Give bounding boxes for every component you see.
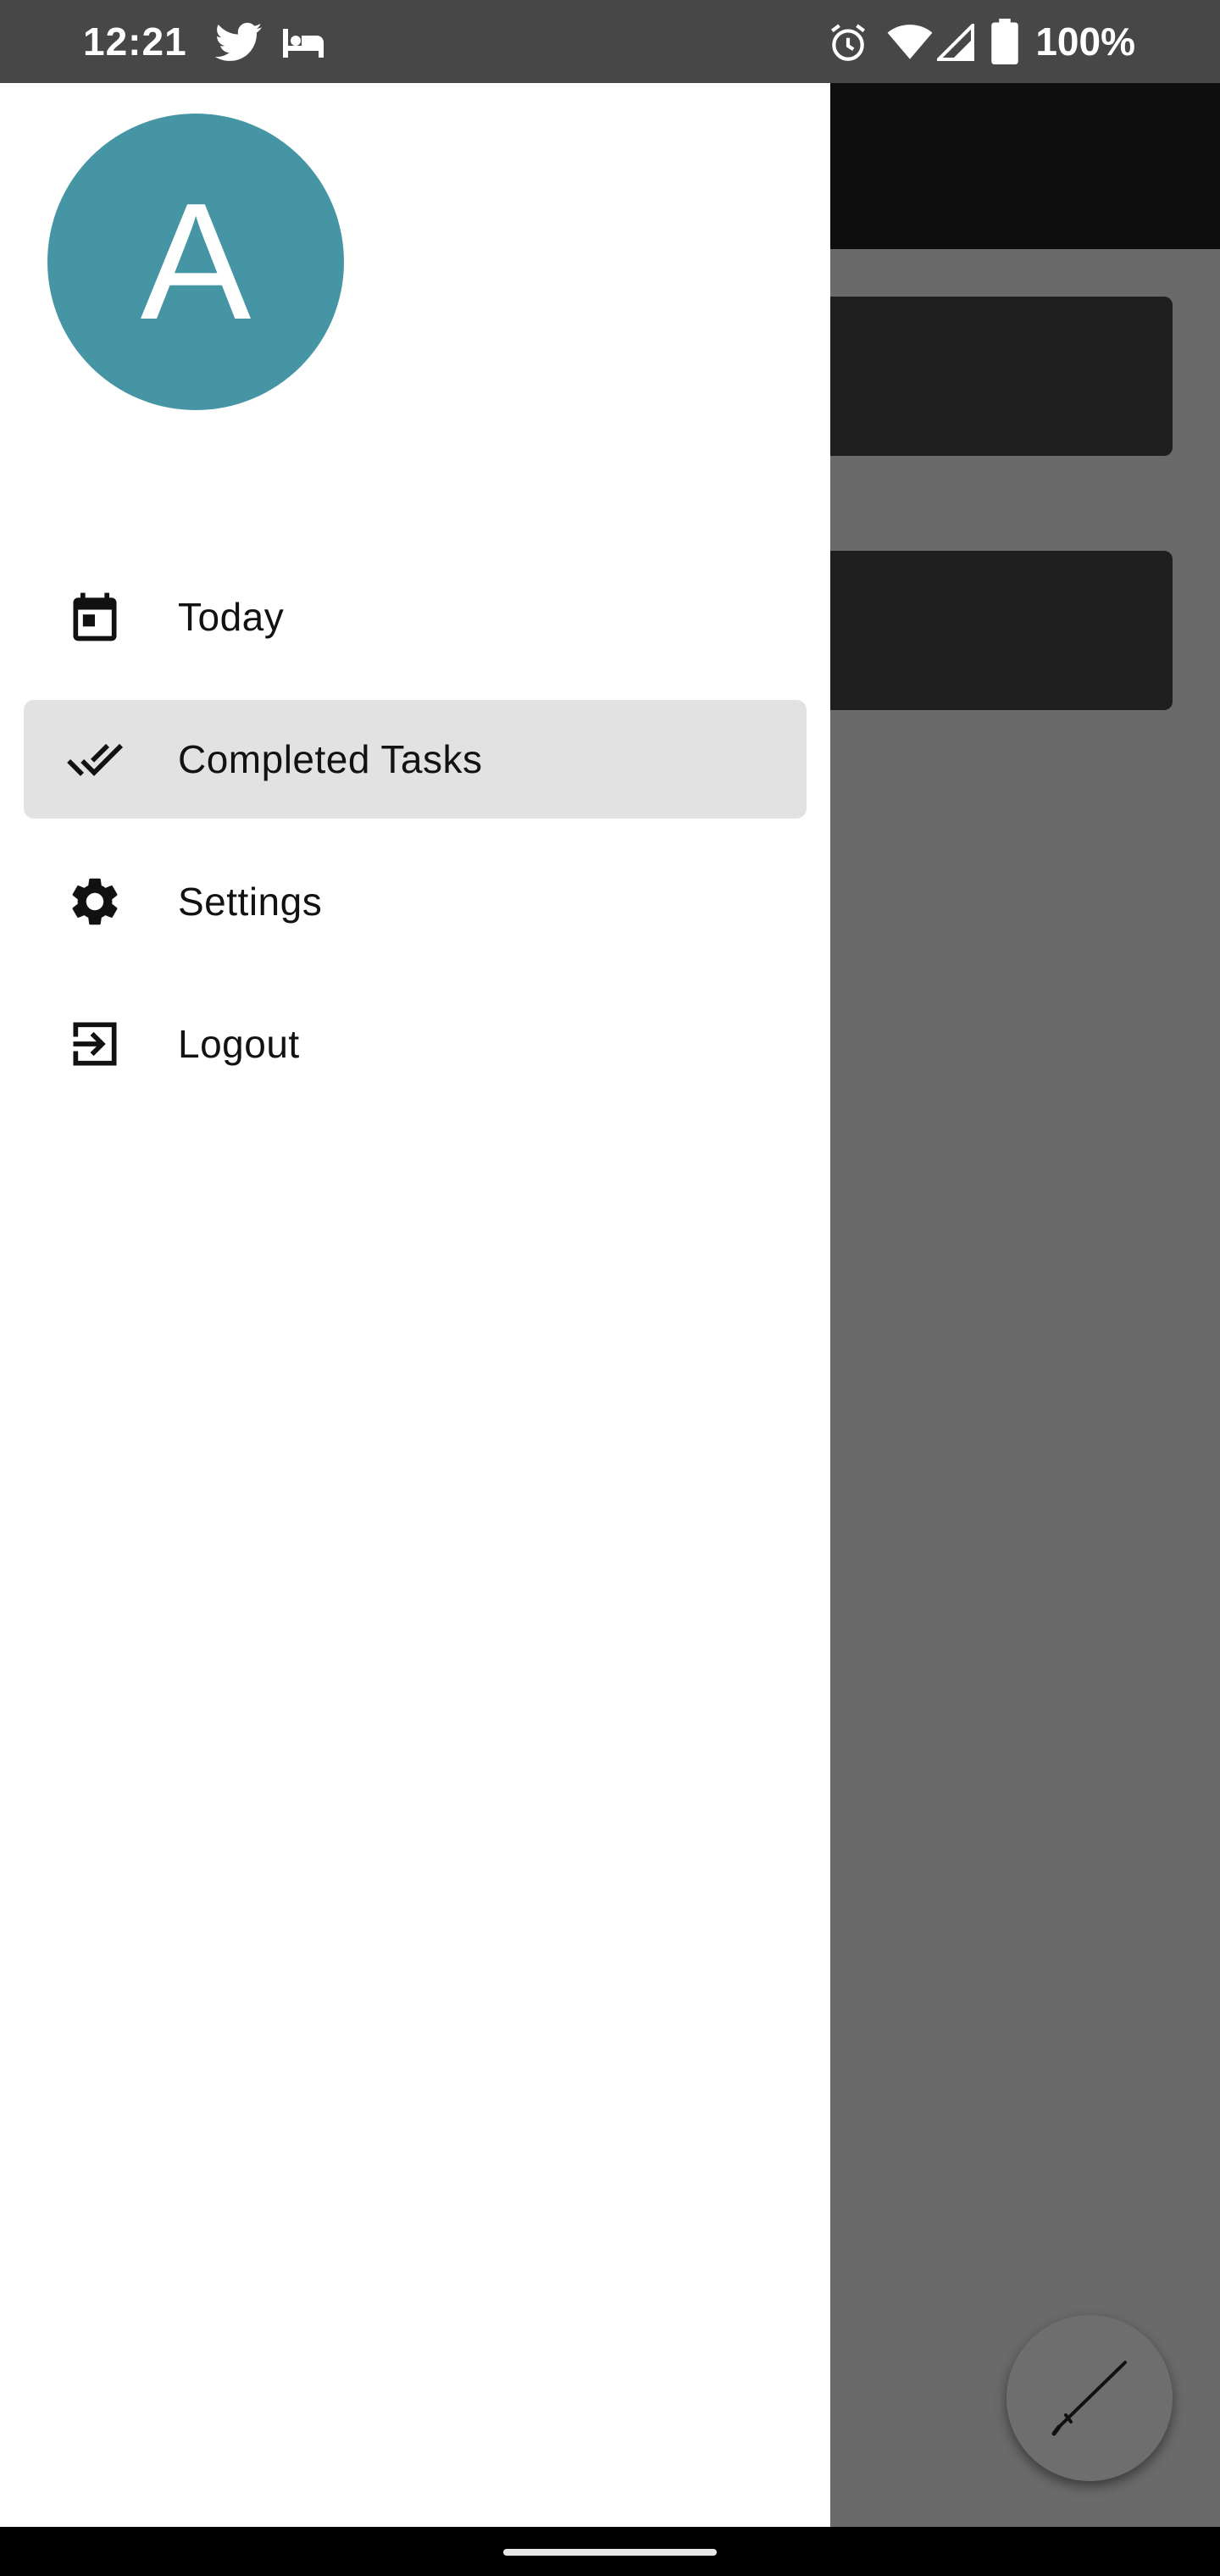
status-time: 12:21 [83,19,187,64]
battery-icon [991,19,1018,64]
wifi-icon [887,25,933,59]
drawer-item-label: Completed Tasks [178,737,483,781]
drawer-item-settings[interactable]: Settings [24,842,807,961]
edit-icon [1051,2361,1127,2436]
status-bar: 12:21 100% [0,0,1220,83]
navigation-drawer: A Today Completed Tasks Settings Logout [0,83,830,2527]
logout-icon [73,1022,117,1066]
alarm-icon [831,24,865,61]
calendar-icon [73,592,117,641]
gear-icon [72,878,118,925]
signal-icon [937,24,974,61]
drawer-item-label: Logout [178,1022,300,1066]
drawer-item-completed-tasks[interactable]: Completed Tasks [24,700,807,819]
avatar[interactable]: A [47,114,344,410]
drawer-item-today[interactable]: Today [24,558,807,676]
drawer-item-logout[interactable]: Logout [24,985,807,1103]
app-screen: 12:21 100% A Today Completed Tasks Setti… [0,0,1220,2576]
hotel-icon [283,29,324,58]
home-gesture-handle[interactable] [503,2549,717,2556]
add-task-fab[interactable] [1006,2315,1173,2481]
system-navigation-bar [0,2527,1220,2576]
double-check-icon [67,743,124,776]
battery-percentage: 100% [1035,19,1135,64]
drawer-item-label: Settings [178,880,323,924]
drawer-item-label: Today [178,595,285,639]
twitter-icon [215,22,263,61]
